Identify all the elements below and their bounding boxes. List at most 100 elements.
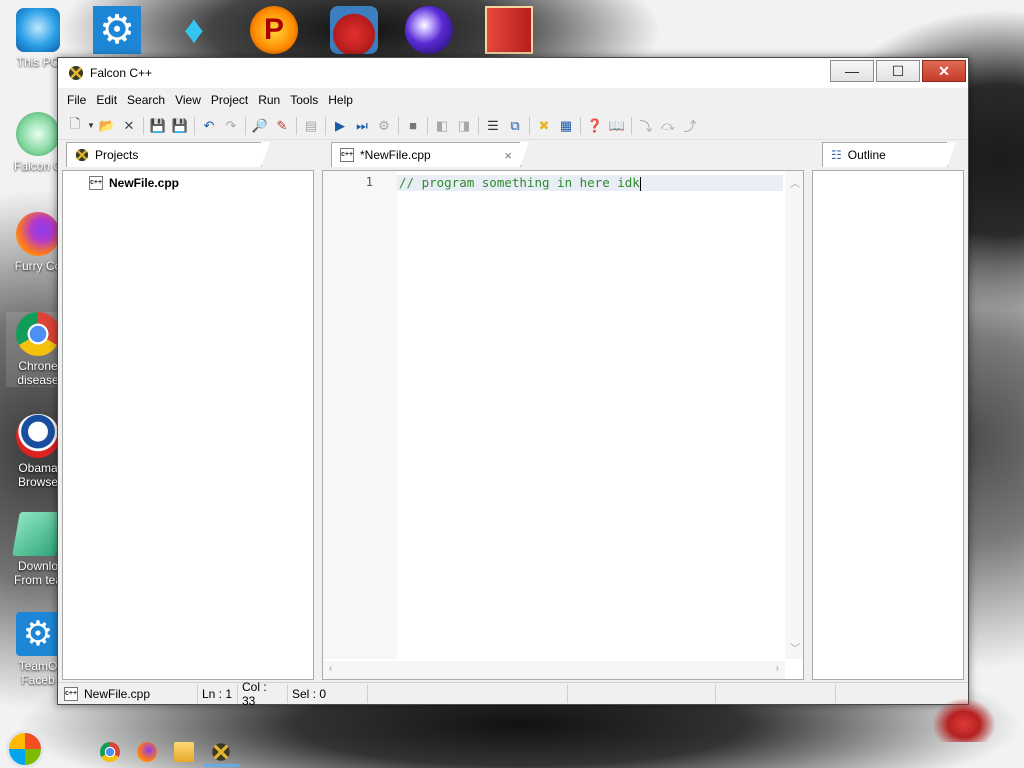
cpp-file-icon: c++	[340, 148, 354, 162]
menu-view[interactable]: View	[170, 93, 206, 107]
menu-bar: File Edit Search View Project Run Tools …	[58, 88, 968, 112]
scroll-down-icon[interactable]: ﹀	[790, 640, 800, 655]
status-line: Ln : 1	[198, 684, 238, 703]
status-sel: Sel : 0	[288, 684, 368, 703]
toolbar-separator	[398, 116, 399, 135]
toolbar-separator	[143, 116, 144, 135]
falcon-cpp-window: Falcon C++ — ☐ ✕ File Edit Search View P…	[57, 57, 969, 708]
horizontal-scrollbar[interactable]: ‹ ›	[323, 661, 785, 679]
navigate-back-icon[interactable]: ◧	[431, 115, 453, 137]
open-folder-icon[interactable]: 📂	[96, 115, 118, 137]
goto-icon[interactable]: ⧉	[504, 115, 526, 137]
minimize-button[interactable]: —	[830, 60, 874, 82]
run-icon[interactable]: ▶	[329, 115, 351, 137]
toolbar-separator	[427, 116, 428, 135]
save-icon[interactable]: 💾	[147, 115, 169, 137]
start-button[interactable]	[6, 730, 44, 768]
menu-search[interactable]: Search	[122, 93, 170, 107]
close-tab-icon[interactable]: ×	[504, 148, 512, 163]
chrome-icon	[16, 312, 60, 356]
step-into-icon[interactable]: ⤵	[635, 115, 657, 137]
chrome-taskbar-icon[interactable]	[100, 742, 120, 762]
angry-bird-icon[interactable]	[330, 6, 378, 54]
step-run-icon[interactable]: ⏭	[351, 115, 373, 137]
outline-panel	[812, 170, 964, 680]
chevron-down-icon[interactable]: ▼	[86, 115, 96, 137]
popcorn-p-icon[interactable]: P	[250, 6, 298, 54]
close-file-icon[interactable]: ✕	[118, 115, 140, 137]
compile-icon[interactable]: ✖	[533, 115, 555, 137]
project-file-item[interactable]: c++ NewFile.cpp	[89, 176, 179, 190]
outline-icon: ☷	[831, 148, 842, 162]
replace-icon[interactable]: ✎	[271, 115, 293, 137]
code-editor[interactable]: 1 // program something in here idk ︿ ﹀ ‹…	[322, 170, 804, 680]
toolbar-separator	[631, 116, 632, 135]
falcon-app-icon	[75, 148, 89, 162]
status-file: c++ NewFile.cpp	[58, 684, 198, 703]
line-number-gutter: 1	[323, 171, 397, 659]
status-bar: c++ NewFile.cpp Ln : 1 Col : 33 Sel : 0	[58, 680, 968, 708]
list-icon[interactable]: ☰	[482, 115, 504, 137]
tab-outline-label: Outline	[847, 148, 886, 162]
status-file-label: NewFile.cpp	[84, 686, 151, 701]
status-empty-1	[368, 684, 568, 703]
scroll-right-icon[interactable]: ›	[776, 663, 779, 674]
toolbar-separator	[194, 116, 195, 135]
new-file-icon[interactable]: 🗋	[64, 115, 86, 137]
text-caret	[639, 176, 641, 191]
purple-ball-icon[interactable]	[405, 6, 453, 54]
help-icon[interactable]: ❓	[584, 115, 606, 137]
maximize-button[interactable]: ☐	[876, 60, 920, 82]
status-empty-3	[716, 684, 836, 703]
menu-project[interactable]: Project	[206, 93, 253, 107]
falcon-taskbar-icon[interactable]	[211, 742, 231, 762]
firefox-taskbar-icon[interactable]	[137, 742, 157, 762]
red-door-icon[interactable]	[485, 6, 533, 54]
code-line[interactable]: // program something in here idk	[397, 175, 783, 191]
gear-icon: ⚙	[16, 612, 60, 656]
save-all-icon[interactable]: 💾	[169, 115, 191, 137]
vertical-scrollbar[interactable]: ︿ ﹀	[785, 171, 803, 659]
falcon-app-icon	[212, 743, 230, 761]
code-text: // program something in here idk	[399, 175, 640, 190]
tab-projects[interactable]: Projects	[66, 142, 270, 167]
find-icon[interactable]: 🔎	[249, 115, 271, 137]
obama-logo-icon	[16, 414, 60, 458]
window-title: Falcon C++	[90, 66, 153, 80]
project-file-label: NewFile.cpp	[109, 176, 180, 190]
print-icon[interactable]: ▤	[300, 115, 322, 137]
undo-icon[interactable]: ↶	[198, 115, 220, 137]
scroll-up-icon[interactable]: ︿	[790, 175, 800, 190]
tab-outline[interactable]: ☷ Outline	[822, 142, 956, 167]
build-gear-icon[interactable]: ⚙	[373, 115, 395, 137]
monitor-icon	[16, 8, 60, 52]
menu-tools[interactable]: Tools	[285, 93, 323, 107]
menu-edit[interactable]: Edit	[91, 93, 122, 107]
status-empty-2	[568, 684, 716, 703]
cartoon-sticker-image	[932, 698, 996, 742]
title-bar[interactable]: Falcon C++ — ☐ ✕	[58, 58, 968, 88]
tab-newfile[interactable]: c++ *NewFile.cpp ×	[331, 142, 529, 167]
navigate-forward-icon[interactable]: ◨	[453, 115, 475, 137]
scroll-left-icon[interactable]: ‹	[329, 663, 332, 674]
cpp-file-icon: c++	[89, 176, 103, 190]
close-window-button[interactable]: ✕	[922, 60, 966, 82]
menu-file[interactable]: File	[62, 93, 91, 107]
toolbar-separator	[580, 116, 581, 135]
menu-run[interactable]: Run	[253, 93, 285, 107]
status-col: Col : 33	[238, 680, 288, 708]
toolbar-separator	[325, 116, 326, 135]
redo-icon[interactable]: ↷	[220, 115, 242, 137]
diamond-icon[interactable]: ♦	[170, 6, 218, 54]
toolbar-separator	[245, 116, 246, 135]
step-out-icon[interactable]: ⤴	[679, 115, 701, 137]
editor-tab-label: *NewFile.cpp	[360, 148, 431, 162]
step-over-icon[interactable]: ⤼	[657, 115, 679, 137]
stop-icon[interactable]: ■	[402, 115, 424, 137]
menu-help[interactable]: Help	[323, 93, 358, 107]
book-icon[interactable]: 📖	[606, 115, 628, 137]
properties-icon[interactable]: ▦	[555, 115, 577, 137]
toolbar-separator	[529, 116, 530, 135]
file-explorer-icon[interactable]	[174, 742, 194, 762]
settings-gear-icon[interactable]: ⚙	[93, 6, 141, 54]
